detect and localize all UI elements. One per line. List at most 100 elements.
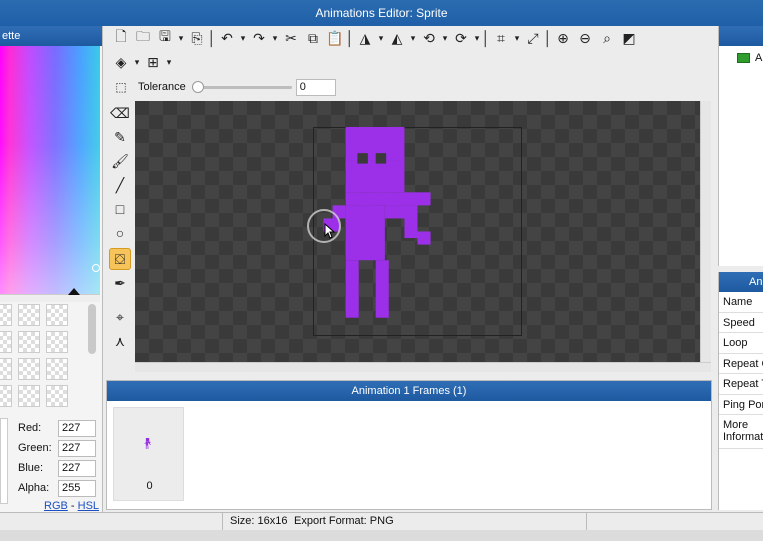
prop-ping-pong[interactable]: Ping Por xyxy=(719,395,763,415)
swatch[interactable] xyxy=(0,331,12,353)
sprite-canvas[interactable] xyxy=(135,101,700,362)
prop-loop[interactable]: Loop xyxy=(719,333,763,354)
prop-speed[interactable]: Speed xyxy=(719,313,763,333)
swatch[interactable] xyxy=(0,385,12,407)
canvas-horizontal-scrollbar[interactable] xyxy=(135,362,711,372)
zoom-in-icon[interactable]: ⊕ xyxy=(552,27,574,49)
save-dropdown-icon[interactable]: ▾ xyxy=(176,27,186,49)
export-icon[interactable]: ⎘ xyxy=(186,27,208,49)
green-input[interactable]: 227 xyxy=(58,439,96,457)
red-row: Red: 227 xyxy=(18,418,99,438)
redo-dropdown-icon[interactable]: ▾ xyxy=(270,27,280,49)
flip-horizontal-icon[interactable]: ◮ xyxy=(354,27,376,49)
mode-separator: - xyxy=(70,500,75,512)
toolbar-row-2: ◈ ▾ ⊞ ▾ xyxy=(110,50,174,74)
grid-dropdown-icon[interactable]: ▾ xyxy=(164,51,174,73)
sprite-pixel-block xyxy=(144,443,146,444)
window-title-bar: Animations Editor: Sprite xyxy=(0,0,763,26)
sprite-eye xyxy=(357,153,368,164)
rotate-ccw-dropdown-icon[interactable]: ▾ xyxy=(440,27,450,49)
red-input[interactable]: 227 xyxy=(58,419,96,437)
status-divider xyxy=(586,513,587,531)
swatch[interactable] xyxy=(0,304,12,326)
layers-dropdown-icon[interactable]: ▾ xyxy=(132,51,142,73)
sprite-pixels[interactable] xyxy=(313,127,522,336)
grid-icon[interactable]: ⊞ xyxy=(142,51,164,73)
flip-h-dropdown-icon[interactable]: ▾ xyxy=(376,27,386,49)
sprite-eye xyxy=(146,439,148,441)
sprite-pixel-block xyxy=(145,441,151,443)
alpha-input[interactable]: 255 xyxy=(58,479,96,497)
flip-vertical-icon[interactable]: ◭ xyxy=(386,27,408,49)
slider-thumb[interactable] xyxy=(191,81,204,93)
prop-more-information[interactable]: More Informat xyxy=(719,415,763,449)
hue-strip[interactable] xyxy=(0,294,100,302)
nodes-icon[interactable]: ⋏ xyxy=(109,330,131,352)
rotate-cw-icon[interactable]: ⟳ xyxy=(450,27,472,49)
swatch-scrollbar[interactable] xyxy=(88,304,96,354)
sprite-pixel-block xyxy=(345,160,405,193)
animation-item-label: A xyxy=(755,52,763,64)
color-spectrum-picker[interactable] xyxy=(0,46,100,294)
swatch[interactable] xyxy=(46,331,68,353)
swatch[interactable] xyxy=(0,358,12,380)
frame-thumbnail[interactable]: 0 xyxy=(113,407,184,501)
collapse-triangle-icon[interactable] xyxy=(68,288,80,295)
save-icon[interactable]: 🖫 xyxy=(154,27,176,49)
blue-input[interactable]: 227 xyxy=(58,459,96,477)
slider-track xyxy=(191,86,292,89)
rotate-ccw-icon[interactable]: ⟲ xyxy=(418,27,440,49)
cut-icon[interactable]: ✂ xyxy=(280,27,302,49)
new-file-icon[interactable]: 🗋 xyxy=(110,27,132,49)
rectangle-icon[interactable]: □ xyxy=(109,198,131,220)
undo-icon[interactable]: ↶ xyxy=(216,27,238,49)
swatch[interactable] xyxy=(46,358,68,380)
redo-icon[interactable]: ↷ xyxy=(248,27,270,49)
ellipse-icon[interactable]: ○ xyxy=(109,222,131,244)
crop-dropdown-icon[interactable]: ▾ xyxy=(512,27,522,49)
zoom-out-icon[interactable]: ⊖ xyxy=(574,27,596,49)
hsl-link[interactable]: HSL xyxy=(78,500,99,512)
prop-repeat-type[interactable]: Repeat T xyxy=(719,374,763,395)
zoom-fit-icon[interactable]: ⌕ xyxy=(596,27,618,49)
swatch[interactable] xyxy=(18,385,40,407)
brush-icon[interactable]: 🖌 xyxy=(109,150,131,172)
undo-dropdown-icon[interactable]: ▾ xyxy=(238,27,248,49)
prop-name[interactable]: Name xyxy=(719,292,763,313)
pencil-icon[interactable]: ✎ xyxy=(109,126,131,148)
sprite-pixel-block xyxy=(375,260,389,318)
eraser-icon[interactable]: ⌫ xyxy=(109,102,131,124)
flip-v-dropdown-icon[interactable]: ▾ xyxy=(408,27,418,49)
canvas-vertical-scrollbar[interactable] xyxy=(700,101,711,362)
selection-box-icon[interactable]: ⬚ xyxy=(110,76,132,98)
sprite-pixel-block xyxy=(345,205,385,261)
spectrum-cursor[interactable] xyxy=(92,264,100,272)
properties-header-label: An xyxy=(749,276,763,288)
copy-icon[interactable]: ⧉ xyxy=(302,27,324,49)
resize-icon[interactable]: ⤢ xyxy=(522,27,544,49)
paste-icon[interactable]: 📋 xyxy=(324,27,346,49)
tolerance-input[interactable]: 0 xyxy=(295,78,336,96)
open-folder-icon[interactable]: 🗀 xyxy=(132,27,154,49)
swatch[interactable] xyxy=(46,385,68,407)
swatch[interactable] xyxy=(18,358,40,380)
prop-repeat-count[interactable]: Repeat C xyxy=(719,354,763,374)
swatch[interactable] xyxy=(46,304,68,326)
mouse-cursor-icon xyxy=(324,223,336,239)
rgb-link[interactable]: RGB xyxy=(44,500,68,512)
status-divider xyxy=(222,513,223,531)
eyedropper-icon[interactable]: ✒ xyxy=(109,272,131,294)
select-point-icon[interactable]: ⌖ xyxy=(109,306,131,328)
line-icon[interactable]: ╱ xyxy=(109,174,131,196)
toggle-grid-icon[interactable]: ◩ xyxy=(618,27,640,49)
green-label: Green: xyxy=(18,442,52,454)
swatch[interactable] xyxy=(18,304,40,326)
fill-bucket-icon[interactable]: ⛋ xyxy=(109,248,131,270)
tolerance-slider[interactable] xyxy=(191,80,292,94)
rotate-cw-dropdown-icon[interactable]: ▾ xyxy=(472,27,482,49)
crop-icon[interactable]: ⌗ xyxy=(490,27,512,49)
swatch[interactable] xyxy=(18,331,40,353)
animation-list-item[interactable]: A xyxy=(719,46,763,64)
animations-list-panel: A xyxy=(718,26,763,266)
layers-icon[interactable]: ◈ xyxy=(110,51,132,73)
